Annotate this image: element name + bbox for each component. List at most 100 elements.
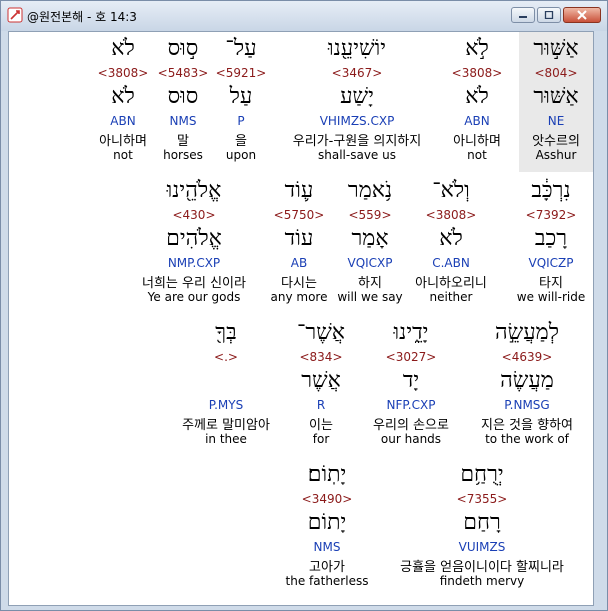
morph-code: NMS — [169, 114, 197, 128]
morph-code: P.MYS — [208, 398, 244, 412]
hebrew-word: נֹ֥אמַר — [347, 178, 393, 203]
hebrew-lemma: יָד — [402, 368, 420, 393]
window-controls — [511, 7, 601, 23]
morph-code: NE — [547, 114, 565, 128]
hebrew-word: נִרְכָּ֔ב — [531, 178, 571, 203]
word-column[interactable]: יוֹשִׁיעֵ֖נוּ <3467> יָשַׁע VHIMZS.CXP 우… — [277, 32, 437, 172]
morph-code: VQICXP — [347, 256, 393, 270]
strong-number[interactable]: <559> — [335, 208, 405, 222]
english-gloss: neither — [429, 290, 473, 304]
word-column[interactable]: אֲשֶׁר־ <834> אֲשֶׁר R 이는 for — [289, 316, 353, 456]
hebrew-lemma: אֲשֶׁר — [301, 368, 341, 393]
minimize-icon — [519, 16, 527, 18]
morph-code: R — [316, 398, 326, 412]
hebrew-lemma: לֹא — [465, 84, 489, 109]
word-column[interactable]: לֹ֣א <3808> לֹא ABN 아니하며 not — [437, 32, 517, 172]
word-column[interactable]: אֱלֹהֵ֖ינוּ <430> אֱלֹהִים NMP.CXP 너희는 우… — [139, 174, 249, 314]
close-button[interactable] — [563, 7, 601, 23]
korean-gloss: 지은 것을 향하여 — [481, 418, 573, 433]
hebrew-lemma: אֱלֹהִים — [166, 226, 222, 251]
strong-number[interactable]: <3467> — [277, 66, 437, 80]
word-column[interactable]: עַל־ <5921> עַל P 을 upon — [212, 32, 270, 172]
word-column[interactable]: יָדֵ֑ינוּ <3027> יָד NFP.CXP 우리의 손으로 our… — [359, 316, 463, 456]
word-column-selected[interactable]: אַשּׁ֣וּר <804> אַשּׁוּר NE 앗수르의 Asshur — [519, 32, 593, 172]
hebrew-word: יוֹשִׁיעֵ֖נוּ — [328, 36, 386, 61]
korean-gloss: 하지 — [358, 276, 382, 291]
strong-number[interactable]: <3027> — [359, 350, 463, 364]
morph-code: P — [237, 114, 245, 128]
english-gloss: our hands — [380, 432, 442, 446]
hebrew-word: יָדֵ֑ינוּ — [393, 320, 429, 345]
korean-gloss: 고아가 — [309, 560, 345, 575]
english-gloss: horses — [163, 148, 203, 162]
english-gloss: we will-ride — [516, 290, 586, 304]
strong-number[interactable]: <7392> — [509, 208, 593, 222]
morph-code: VHIMZS.CXP — [319, 114, 395, 128]
hebrew-word: יָתֽוֹם׃ — [307, 462, 347, 487]
window: @원전본해 - 호 14:3 לֹא <3808> לֹא ABN 아니하며 n… — [0, 0, 608, 611]
strong-number[interactable]: <7355> — [379, 492, 585, 506]
hebrew-word: אֱלֹהֵ֖ינוּ — [166, 178, 222, 203]
word-column[interactable]: נֹ֥אמַר <559> אָמַר VQICXP 하지 will we sa… — [335, 174, 405, 314]
hebrew-word: ע֛וֹד — [284, 178, 314, 203]
minimize-button[interactable] — [511, 7, 535, 23]
strong-number[interactable]: <3808> — [405, 208, 497, 222]
english-gloss: upon — [225, 148, 257, 162]
korean-gloss: 을 — [235, 134, 247, 149]
english-gloss: Ye are our gods — [147, 290, 241, 304]
hebrew-word: וְלֹא־ — [432, 178, 470, 203]
hebrew-word: בְּךָ֖ — [215, 320, 237, 345]
korean-gloss: 아니하며 — [453, 134, 501, 149]
english-gloss: the fatherless — [285, 574, 369, 588]
morph-code: VQICZP — [528, 256, 574, 270]
morph-code: NMP.CXP — [167, 256, 221, 270]
english-gloss: shall-save us — [318, 148, 396, 162]
hebrew-lemma: יָשַׁע — [340, 84, 374, 109]
hebrew-lemma: סוּס — [167, 84, 199, 109]
word-column[interactable]: יָתֽוֹם׃ <3490> יָתוֹם NMS 고아가 the fathe… — [279, 458, 375, 598]
korean-gloss: 말 — [177, 134, 189, 149]
english-gloss: will we say — [337, 290, 403, 304]
strong-number[interactable]: <.> — [167, 350, 285, 364]
word-column[interactable]: וְלֹא־ <3808> לֹא C.ABN 아니하오리니 neither — [405, 174, 497, 314]
hebrew-lemma: אַשּׁוּר — [533, 84, 579, 109]
strong-number[interactable]: <5750> — [267, 208, 331, 222]
hebrew-word: יְרֻחַ֥ם — [460, 462, 504, 487]
maximize-button[interactable] — [537, 7, 561, 23]
hebrew-lemma: אָמַר — [351, 226, 389, 251]
word-column[interactable]: לְמַעֲשֵׂ֣ה <4639> מַעֲשֶׂה P.NMSG 지은 것을… — [469, 316, 585, 456]
english-gloss: any more — [270, 290, 328, 304]
word-column[interactable]: יְרֻחַ֥ם <7355> רָחַם VUIMZS 긍휼을 얻음이니이다 … — [379, 458, 585, 598]
hebrew-word: לֹ֣א — [465, 36, 489, 61]
korean-gloss: 긍휼을 얻음이니이다 할찌니라 — [400, 560, 564, 575]
strong-number[interactable]: <834> — [289, 350, 353, 364]
maximize-icon — [544, 11, 554, 19]
title-bar[interactable]: @원전본해 - 호 14:3 — [1, 1, 607, 31]
strong-number[interactable]: <430> — [139, 208, 249, 222]
close-icon — [577, 10, 587, 20]
english-gloss: Asshur — [535, 148, 577, 162]
morph-code: P.NMSG — [504, 398, 550, 412]
korean-gloss: 이는 — [309, 418, 333, 433]
word-column[interactable]: נִרְכָּ֔ב <7392> רָכַב VQICZP 타지 we will… — [509, 174, 593, 314]
hebrew-lemma: עוֹד — [284, 226, 314, 251]
strong-number[interactable]: <3808> — [437, 66, 517, 80]
interlinear-view: לֹא <3808> לֹא ABN 아니하며 not ס֣וּס <5483>… — [8, 31, 594, 606]
korean-gloss: 아니하오리니 — [415, 276, 487, 291]
morph-code: NMS — [313, 540, 341, 554]
hebrew-word: אַשּׁ֣וּר — [533, 36, 579, 61]
morph-code: NFP.CXP — [386, 398, 436, 412]
strong-number[interactable]: <4639> — [469, 350, 585, 364]
hebrew-word: עַל־ — [225, 36, 257, 61]
strong-number[interactable]: <5921> — [212, 66, 270, 80]
english-gloss: to the work of — [485, 432, 569, 446]
word-column[interactable]: בְּךָ֖ <.> P.MYS 주께로 말미암아 in thee — [167, 316, 285, 456]
strong-number[interactable]: <5483> — [154, 66, 212, 80]
hebrew-word: ס֣וּס — [167, 36, 199, 61]
word-column[interactable]: ע֛וֹד <5750> עוֹד AB 다시는 any more — [267, 174, 331, 314]
word-column[interactable]: ס֣וּס <5483> סוּס NMS 말 horses — [154, 32, 212, 172]
strong-number[interactable]: <3490> — [279, 492, 375, 506]
strong-number[interactable]: <804> — [519, 66, 593, 80]
english-gloss: for — [312, 432, 330, 446]
window-title: @원전본해 - 호 14:3 — [27, 10, 137, 24]
